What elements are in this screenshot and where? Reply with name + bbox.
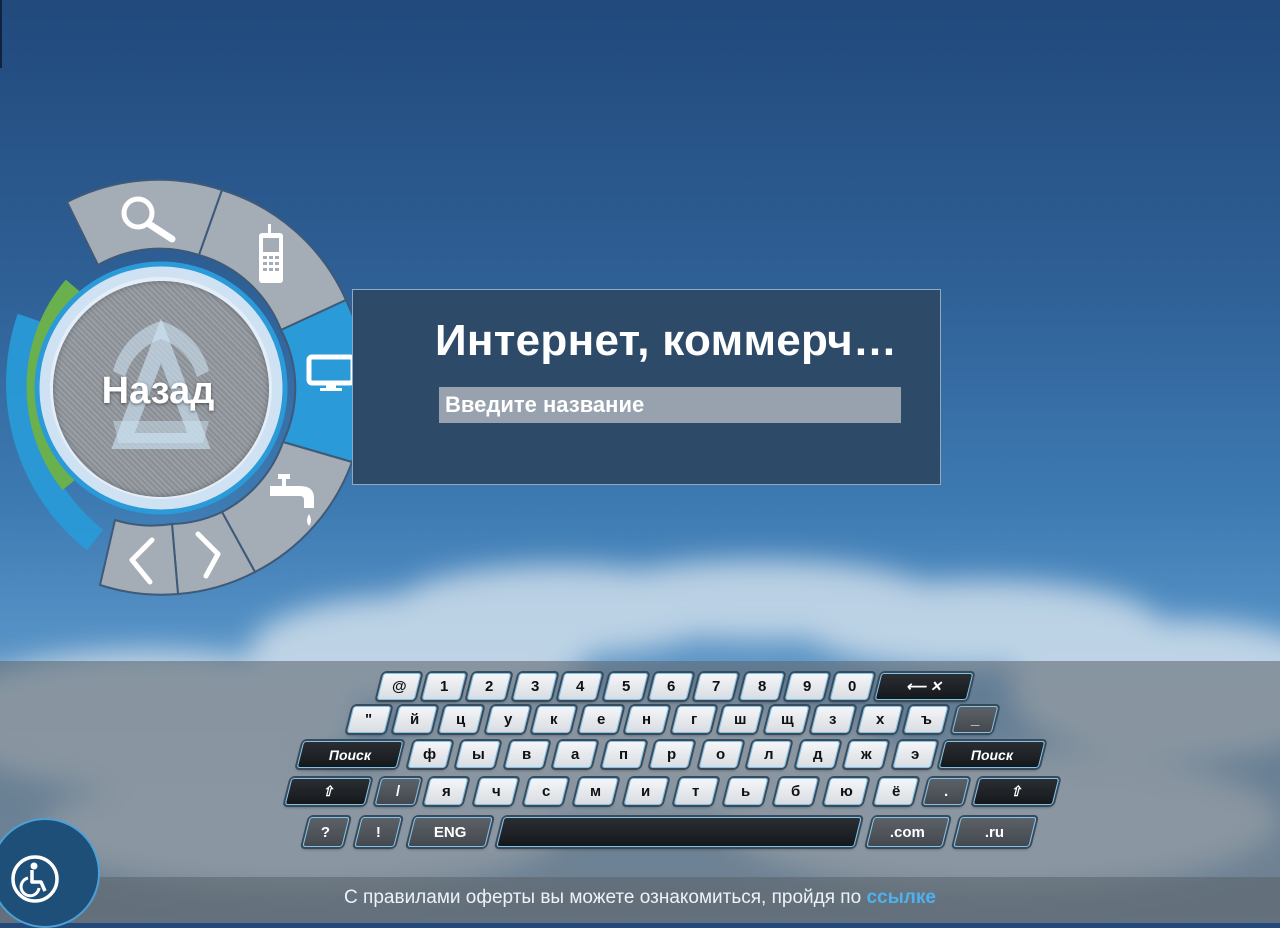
key-question[interactable]: ? bbox=[302, 817, 350, 847]
mobile-phone-icon[interactable] bbox=[256, 224, 288, 286]
key-letter[interactable]: й bbox=[392, 706, 438, 733]
backspace-icon: ⟵ ✕ bbox=[906, 678, 942, 694]
key-exclamation[interactable]: ! bbox=[354, 817, 402, 847]
key-letter[interactable]: б bbox=[773, 778, 819, 805]
search-key-right[interactable]: Поиск bbox=[938, 741, 1046, 768]
offer-link[interactable]: ссылке bbox=[866, 887, 936, 908]
shift-icon: ⇧ bbox=[1010, 783, 1022, 799]
search-key-left[interactable]: Поиск bbox=[296, 741, 404, 768]
key-2[interactable]: 2 bbox=[466, 673, 512, 700]
key-letter[interactable]: ь bbox=[723, 778, 769, 805]
key-7[interactable]: 7 bbox=[693, 673, 739, 700]
key-letter[interactable]: я bbox=[423, 778, 469, 805]
tv-monitor-icon[interactable] bbox=[306, 354, 358, 394]
key-8[interactable]: 8 bbox=[739, 673, 785, 700]
search-icon[interactable] bbox=[116, 193, 178, 245]
provider-panel: Интернет, коммерч… bbox=[352, 289, 941, 485]
category-title: Интернет, коммерч… bbox=[435, 316, 898, 365]
key-letter[interactable]: ы bbox=[455, 741, 501, 768]
key-letter[interactable]: г bbox=[671, 706, 717, 733]
key-letter[interactable]: ю bbox=[823, 778, 869, 805]
keyboard-row-3: Поиск ф ы в а п р о л д ж э Поиск bbox=[0, 741, 1280, 768]
key-letter[interactable]: л bbox=[746, 741, 792, 768]
keyboard-row-5: ? ! ENG .com .ru bbox=[0, 817, 1280, 847]
back-button[interactable]: Назад bbox=[53, 281, 269, 497]
key-5[interactable]: 5 bbox=[603, 673, 649, 700]
key-letter[interactable]: ш bbox=[717, 706, 763, 733]
key-letter[interactable]: ж bbox=[843, 741, 889, 768]
key-letter[interactable]: ц bbox=[438, 706, 484, 733]
provider-name-input[interactable] bbox=[439, 387, 901, 423]
shift-icon: ⇧ bbox=[322, 783, 334, 799]
key-letter[interactable]: н bbox=[624, 706, 670, 733]
key-letter[interactable]: э bbox=[892, 741, 938, 768]
key-quote[interactable]: " bbox=[346, 706, 392, 733]
keyboard-row-4: ⇧ / я ч с м и т ь б ю ё . ⇧ bbox=[0, 778, 1280, 805]
key-at[interactable]: @ bbox=[376, 673, 422, 700]
space-key[interactable] bbox=[496, 817, 862, 847]
key-letter[interactable]: з bbox=[810, 706, 856, 733]
key-letter[interactable]: ч bbox=[473, 778, 519, 805]
back-label: Назад bbox=[101, 369, 215, 412]
keyboard-row-numbers: @ 1 2 3 4 5 6 7 8 9 0 ⟵ ✕ bbox=[0, 673, 1280, 700]
key-letter[interactable]: щ bbox=[764, 706, 810, 733]
key-1[interactable]: 1 bbox=[421, 673, 467, 700]
chevron-left-icon[interactable] bbox=[124, 536, 158, 586]
key-letter[interactable]: д bbox=[795, 741, 841, 768]
key-letter[interactable]: у bbox=[485, 706, 531, 733]
language-switch-key[interactable]: ENG bbox=[407, 817, 493, 847]
chevron-right-icon[interactable] bbox=[192, 530, 226, 580]
key-letter[interactable]: а bbox=[552, 741, 598, 768]
backspace-key[interactable]: ⟵ ✕ bbox=[874, 673, 974, 700]
wheelchair-icon bbox=[11, 855, 59, 903]
offer-notice: С правилами оферты вы можете ознакомитьс… bbox=[0, 887, 1280, 909]
key-4[interactable]: 4 bbox=[557, 673, 603, 700]
key-underscore[interactable]: _ bbox=[951, 706, 999, 733]
shift-key-right[interactable]: ⇧ bbox=[972, 778, 1060, 805]
key-letter[interactable]: р bbox=[649, 741, 695, 768]
key-letter[interactable]: ё bbox=[873, 778, 919, 805]
key-dot-com[interactable]: .com bbox=[866, 817, 950, 847]
keyboard-row-2: " й ц у к е н г ш щ з х ъ _ bbox=[0, 706, 1280, 733]
key-9[interactable]: 9 bbox=[784, 673, 830, 700]
key-letter[interactable]: к bbox=[531, 706, 577, 733]
key-0[interactable]: 0 bbox=[829, 673, 875, 700]
key-letter[interactable]: е bbox=[578, 706, 624, 733]
key-period[interactable]: . bbox=[922, 778, 970, 805]
key-letter[interactable]: ф bbox=[407, 741, 453, 768]
key-letter[interactable]: м bbox=[573, 778, 619, 805]
key-3[interactable]: 3 bbox=[512, 673, 558, 700]
key-letter[interactable]: п bbox=[601, 741, 647, 768]
offer-text: С правилами оферты вы можете ознакомитьс… bbox=[344, 887, 862, 908]
key-dot-ru[interactable]: .ru bbox=[953, 817, 1037, 847]
key-letter[interactable]: с bbox=[523, 778, 569, 805]
key-letter[interactable]: в bbox=[504, 741, 550, 768]
key-slash[interactable]: / bbox=[374, 778, 422, 805]
key-letter[interactable]: и bbox=[623, 778, 669, 805]
water-tap-icon[interactable] bbox=[270, 474, 320, 530]
shift-key-left[interactable]: ⇧ bbox=[284, 778, 372, 805]
key-letter[interactable]: т bbox=[673, 778, 719, 805]
key-letter[interactable]: х bbox=[857, 706, 903, 733]
key-6[interactable]: 6 bbox=[648, 673, 694, 700]
key-letter[interactable]: о bbox=[698, 741, 744, 768]
key-letter[interactable]: ъ bbox=[903, 706, 949, 733]
